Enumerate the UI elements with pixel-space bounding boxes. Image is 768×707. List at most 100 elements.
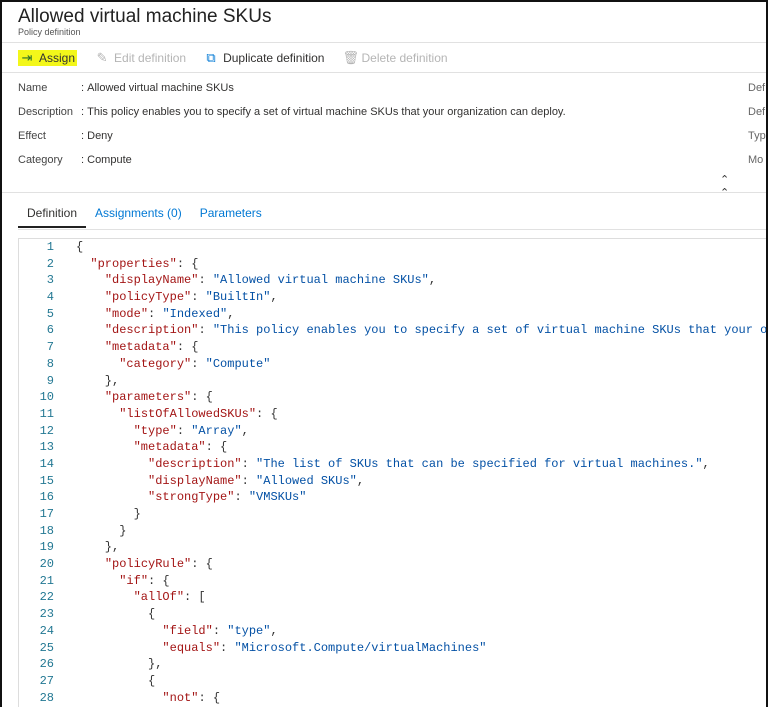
property-label: Category xyxy=(18,154,81,178)
line-number: 3 xyxy=(19,272,76,289)
code-text: "properties": { xyxy=(76,256,198,273)
property-value: This policy enables you to specify a set… xyxy=(87,106,566,130)
right-properties: Def Def Typ Mo xyxy=(748,82,766,178)
code-text: "metadata": { xyxy=(76,439,227,456)
line-number: 1 xyxy=(19,239,76,256)
code-line: 5 "mode": "Indexed", xyxy=(19,306,766,323)
line-number: 15 xyxy=(19,473,76,490)
line-number: 18 xyxy=(19,523,76,540)
code-text: "not": { xyxy=(76,690,220,707)
assign-icon: ⇥ xyxy=(20,50,34,66)
line-number: 13 xyxy=(19,439,76,456)
line-number: 10 xyxy=(19,389,76,406)
code-line: 3 "displayName": "Allowed virtual machin… xyxy=(19,272,766,289)
code-line: 8 "category": "Compute" xyxy=(19,356,766,373)
code-line: 17 } xyxy=(19,506,766,523)
line-number: 4 xyxy=(19,289,76,306)
divider xyxy=(18,229,766,230)
code-line: 9 }, xyxy=(19,373,766,390)
divider xyxy=(2,72,766,73)
code-line: 20 "policyRule": { xyxy=(19,556,766,573)
right-property-label: Def xyxy=(748,82,766,106)
line-number: 20 xyxy=(19,556,76,573)
code-line: 4 "policyType": "BuiltIn", xyxy=(19,289,766,306)
line-number: 19 xyxy=(19,539,76,556)
line-number: 25 xyxy=(19,640,76,657)
copy-icon: ⧉ xyxy=(204,50,218,66)
line-number: 12 xyxy=(19,423,76,440)
code-line: 16 "strongType": "VMSKUs" xyxy=(19,489,766,506)
code-text: "policyRule": { xyxy=(76,556,213,573)
code-line: 12 "type": "Array", xyxy=(19,423,766,440)
code-line: 2 "properties": { xyxy=(19,256,766,273)
code-text: "metadata": { xyxy=(76,339,198,356)
code-line: 26 }, xyxy=(19,656,766,673)
property-label: Name xyxy=(18,82,81,106)
divider xyxy=(2,192,766,193)
code-line: 14 "description": "The list of SKUs that… xyxy=(19,456,766,473)
property-label: Effect xyxy=(18,130,81,154)
edit-definition-button[interactable]: ✎ Edit definition xyxy=(95,50,186,66)
code-text: "equals": "Microsoft.Compute/virtualMach… xyxy=(76,640,486,657)
code-line: 6 "description": "This policy enables yo… xyxy=(19,322,766,339)
code-text: } xyxy=(76,523,126,540)
tab-definition[interactable]: Definition xyxy=(18,206,86,228)
code-line: 7 "metadata": { xyxy=(19,339,766,356)
code-text: "if": { xyxy=(76,573,170,590)
code-line: 19 }, xyxy=(19,539,766,556)
code-line: 23 { xyxy=(19,606,766,623)
code-text: "category": "Compute" xyxy=(76,356,270,373)
code-text: }, xyxy=(76,656,162,673)
line-number: 26 xyxy=(19,656,76,673)
line-number: 23 xyxy=(19,606,76,623)
code-text: "description": "This policy enables you … xyxy=(76,322,766,339)
line-number: 5 xyxy=(19,306,76,323)
collapse-chevron-up-icon[interactable]: ⌃⌃ xyxy=(720,173,729,199)
code-line: 18 } xyxy=(19,523,766,540)
code-text: } xyxy=(76,506,141,523)
line-number: 9 xyxy=(19,373,76,390)
code-text: }, xyxy=(76,539,119,556)
code-text: "listOfAllowedSKUs": { xyxy=(76,406,278,423)
line-number: 7 xyxy=(19,339,76,356)
right-property-label: Typ xyxy=(748,130,766,154)
code-text: "strongType": "VMSKUs" xyxy=(76,489,306,506)
delete-definition-button[interactable]: 🗑 Delete definition xyxy=(342,50,447,66)
pencil-icon: ✎ xyxy=(95,50,109,66)
tab-parameters[interactable]: Parameters xyxy=(191,206,271,228)
tab-assignments[interactable]: Assignments (0) xyxy=(86,206,191,228)
line-number: 2 xyxy=(19,256,76,273)
property-value: Deny xyxy=(87,130,113,154)
code-text: { xyxy=(76,673,155,690)
divider xyxy=(2,42,766,43)
delete-definition-label: Delete definition xyxy=(361,51,447,65)
right-property-label: Def xyxy=(748,106,766,130)
code-text: "displayName": "Allowed virtual machine … xyxy=(76,272,436,289)
line-number: 27 xyxy=(19,673,76,690)
code-text: "type": "Array", xyxy=(76,423,249,440)
toolbar: ⇥ Assign ✎ Edit definition ⧉ Duplicate d… xyxy=(18,50,448,66)
code-text: "allOf": [ xyxy=(76,589,206,606)
line-number: 8 xyxy=(19,356,76,373)
assign-button[interactable]: ⇥ Assign xyxy=(18,50,77,66)
line-number: 16 xyxy=(19,489,76,506)
code-text: "field": "type", xyxy=(76,623,278,640)
code-editor[interactable]: 1 {2 "properties": {3 "displayName": "All… xyxy=(18,238,766,707)
duplicate-definition-button[interactable]: ⧉ Duplicate definition xyxy=(204,50,324,66)
code-line: 10 "parameters": { xyxy=(19,389,766,406)
property-description: Description: This policy enables you to … xyxy=(18,106,566,130)
line-number: 11 xyxy=(19,406,76,423)
code-line: 13 "metadata": { xyxy=(19,439,766,456)
code-text: "displayName": "Allowed SKUs", xyxy=(76,473,364,490)
line-number: 24 xyxy=(19,623,76,640)
line-number: 17 xyxy=(19,506,76,523)
code-line: 27 { xyxy=(19,673,766,690)
page-subtitle: Policy definition xyxy=(18,27,81,37)
line-number: 6 xyxy=(19,322,76,339)
code-line: 25 "equals": "Microsoft.Compute/virtualM… xyxy=(19,640,766,657)
property-value: Compute xyxy=(87,154,132,178)
line-number: 22 xyxy=(19,589,76,606)
code-line: 21 "if": { xyxy=(19,573,766,590)
code-line: 11 "listOfAllowedSKUs": { xyxy=(19,406,766,423)
code-text: "parameters": { xyxy=(76,389,213,406)
